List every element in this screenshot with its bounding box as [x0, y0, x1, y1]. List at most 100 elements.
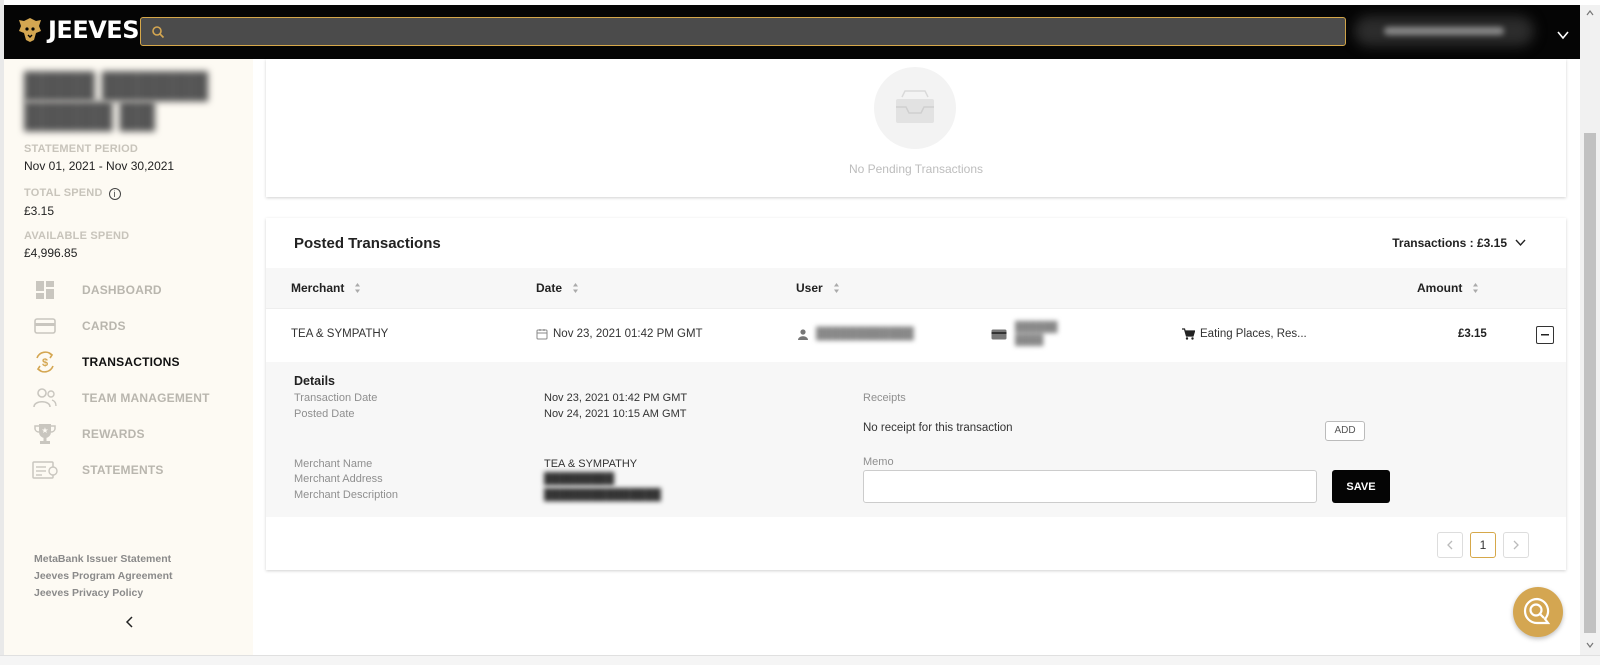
amount-column-label: Amount — [1417, 281, 1463, 295]
statement-period-label: STATEMENT PERIOD — [24, 143, 139, 155]
nav-transactions[interactable]: $ TRANSACTIONS — [32, 347, 242, 377]
scroll-down-icon[interactable] — [1586, 641, 1594, 649]
statements-icon — [32, 457, 58, 483]
memo-input[interactable] — [863, 470, 1317, 503]
row-card-redacted: ██████ ████ — [1015, 322, 1058, 346]
sort-icon — [1473, 283, 1479, 293]
transaction-date-label: Transaction Date — [294, 392, 378, 404]
sort-icon — [573, 283, 579, 293]
nav-statements-label: STATEMENTS — [82, 463, 164, 477]
total-spend-label: TOTAL SPEND — [24, 187, 103, 199]
no-pending-transactions-text: No Pending Transactions — [848, 162, 984, 176]
details-title: Details — [294, 374, 335, 388]
svg-text:$: $ — [42, 357, 48, 369]
row-user-redacted: ████████████ — [816, 328, 914, 340]
transaction-details-panel: Details Transaction Date Nov 23, 2021 01… — [266, 362, 1566, 517]
search-bar[interactable] — [140, 17, 1346, 46]
posted-transactions-title: Posted Transactions — [294, 235, 441, 252]
transactions-summary-dropdown[interactable]: Transactions : £3.15 — [1392, 236, 1526, 250]
jeeves-program-agreement-link[interactable]: Jeeves Program Agreement — [34, 570, 173, 582]
memo-label: Memo — [863, 456, 894, 468]
app-window: JEEVES ████ ██████ █████ ██ STATEMENT PE… — [0, 0, 1600, 665]
help-chat-button[interactable] — [1513, 587, 1563, 637]
next-page-button[interactable] — [1503, 532, 1529, 558]
user-column-header[interactable]: User — [796, 281, 840, 295]
merchant-description-label: Merchant Description — [294, 489, 398, 501]
lion-logo-icon — [16, 16, 44, 44]
nav-cards-label: CARDS — [82, 319, 126, 333]
nav-dashboard[interactable]: DASHBOARD — [32, 275, 242, 305]
company-name-redacted: ████ ██████ █████ ██ — [24, 72, 209, 130]
user-column-label: User — [796, 281, 823, 295]
chevron-right-icon — [1513, 540, 1519, 550]
merchant-name-value: TEA & SYMPATHY — [544, 458, 638, 470]
pending-transactions-card: No Pending Transactions — [266, 59, 1566, 197]
logo[interactable]: JEEVES — [16, 16, 139, 44]
table-header: Merchant Date User Amount — [266, 268, 1566, 308]
row-amount: £3.15 — [1458, 328, 1487, 340]
merchant-column-header[interactable]: Merchant — [291, 281, 361, 295]
save-memo-button[interactable]: SAVE — [1332, 470, 1390, 503]
available-spend-value: £4,996.85 — [24, 246, 78, 260]
nav-rewards-label: REWARDS — [82, 427, 145, 441]
posted-transactions-card: Posted Transactions Transactions : £3.15… — [266, 218, 1566, 570]
trophy-icon: ★ — [32, 421, 58, 447]
merchant-description-redacted: ███████████████ — [544, 489, 661, 501]
transaction-date-value: Nov 23, 2021 01:42 PM GMT — [544, 392, 688, 404]
search-input[interactable] — [173, 22, 1337, 42]
team-icon — [32, 385, 58, 411]
previous-page-button[interactable] — [1437, 532, 1463, 558]
posted-date-value: Nov 24, 2021 10:15 AM GMT — [544, 408, 687, 420]
top-bar: JEEVES — [4, 5, 1580, 59]
empty-inbox-icon — [874, 67, 956, 149]
chevron-down-icon[interactable] — [1557, 27, 1569, 40]
row-date: Nov 23, 2021 01:42 PM GMT — [553, 328, 703, 340]
shopping-cart-icon — [1182, 328, 1195, 340]
svg-text:★: ★ — [41, 426, 48, 435]
available-spend-label: AVAILABLE SPEND — [24, 230, 130, 242]
merchant-address-redacted: █████████ — [544, 473, 615, 485]
calendar-icon — [536, 329, 548, 340]
card-icon — [32, 313, 58, 339]
date-column-header[interactable]: Date — [536, 281, 579, 295]
nav-transactions-label: TRANSACTIONS — [82, 355, 180, 369]
receipts-label: Receipts — [863, 392, 906, 404]
search-chat-icon — [1523, 597, 1551, 625]
total-spend-value: £3.15 — [24, 204, 55, 218]
page-scrollbar[interactable] — [1580, 5, 1600, 655]
row-category-cell: Eating Places, Res... — [1182, 328, 1307, 340]
minus-icon — [1541, 334, 1549, 336]
statement-period-value: Nov 01, 2021 - Nov 30,2021 — [24, 159, 175, 173]
nav-statements[interactable]: STATEMENTS — [32, 455, 242, 485]
table-row[interactable]: TEA & SYMPATHY Nov 23, 2021 01:42 PM GMT… — [266, 308, 1566, 362]
row-card-cell: ██████ ████ — [991, 321, 1058, 347]
scrollbar-thumb[interactable] — [1584, 133, 1596, 633]
user-icon — [798, 328, 808, 340]
sidebar: ████ ██████ █████ ██ STATEMENT PERIOD No… — [4, 59, 253, 655]
nav-dashboard-label: DASHBOARD — [82, 283, 162, 297]
metabank-issuer-statement-link[interactable]: MetaBank Issuer Statement — [34, 553, 171, 565]
collapse-row-button[interactable] — [1536, 326, 1554, 344]
sort-icon — [355, 283, 361, 293]
transactions-summary-text: Transactions : £3.15 — [1392, 236, 1507, 250]
scroll-up-icon[interactable] — [1586, 9, 1594, 17]
nav-cards[interactable]: CARDS — [32, 311, 242, 341]
posted-date-label: Posted Date — [294, 408, 355, 420]
info-icon[interactable]: i — [108, 188, 121, 200]
chevron-left-icon — [1447, 540, 1453, 550]
row-user-cell: ████████████ — [798, 328, 914, 340]
nav-rewards[interactable]: ★ REWARDS — [32, 419, 242, 449]
total-spend-label-row: TOTAL SPEND i — [24, 187, 121, 200]
date-column-label: Date — [536, 281, 563, 295]
credit-card-icon — [991, 329, 1007, 339]
row-merchant: TEA & SYMPATHY — [291, 328, 389, 340]
amount-column-header[interactable]: Amount — [1417, 281, 1479, 295]
nav-team-management[interactable]: TEAM MANAGEMENT — [32, 383, 242, 413]
row-date-cell: Nov 23, 2021 01:42 PM GMT — [536, 328, 703, 340]
chevron-left-icon[interactable] — [122, 614, 138, 630]
page-number-button[interactable]: 1 — [1470, 532, 1496, 558]
add-receipt-button[interactable]: ADD — [1325, 421, 1365, 441]
chevron-down-icon — [1515, 239, 1526, 247]
dashboard-icon — [32, 277, 58, 303]
jeeves-privacy-policy-link[interactable]: Jeeves Privacy Policy — [34, 587, 143, 599]
